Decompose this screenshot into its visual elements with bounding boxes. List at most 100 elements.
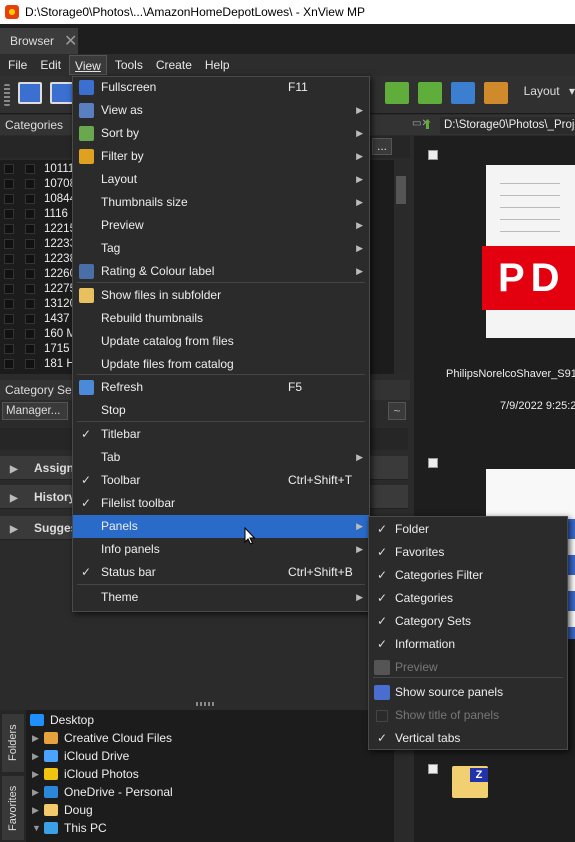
panels-menu-show-source-panels[interactable]: Show source panels (369, 681, 567, 704)
folder-tree-item[interactable]: ▶ OneDrive - Personal (32, 783, 173, 801)
image-viewer-icon[interactable] (18, 82, 42, 104)
view-menu-update-files-from-catalog[interactable]: Update files from catalog (73, 353, 369, 376)
category-checkbox[interactable] (25, 179, 35, 189)
category-checkbox[interactable] (25, 224, 35, 234)
view-menu-info-panels[interactable]: Info panels ▶ (73, 538, 369, 561)
splitter-grip-icon[interactable] (196, 702, 216, 706)
category-checkbox[interactable] (4, 194, 14, 204)
view-menu-tab[interactable]: Tab ▶ (73, 446, 369, 469)
folder-tree-item[interactable]: ▼ This PC (32, 819, 107, 837)
category-checkbox[interactable] (4, 179, 14, 189)
category-checkbox[interactable] (4, 329, 14, 339)
view-menu-show-files-in-subfolder[interactable]: Show files in subfolder (73, 284, 369, 307)
folder-tree-item[interactable]: ▶ iCloud Photos (32, 765, 139, 783)
expand-arrow-icon[interactable]: ▼ (32, 819, 44, 837)
category-checkbox[interactable] (25, 239, 35, 249)
panels-menu-categories-filter[interactable]: ✓ Categories Filter (369, 564, 567, 587)
expand-arrow-icon[interactable]: ▶ (32, 783, 44, 801)
category-checkbox[interactable] (4, 344, 14, 354)
up-arrow-icon[interactable]: ⬆ (422, 117, 434, 132)
tab-folders[interactable]: Folders (2, 714, 24, 772)
folder-tree-item[interactable]: ▶ Doug (32, 801, 93, 819)
view-menu-filelist-toolbar[interactable]: ✓ Filelist toolbar (73, 492, 369, 515)
category-checkbox[interactable] (4, 359, 14, 369)
tab-browser[interactable]: Browser ✕ (0, 28, 78, 54)
manager-button[interactable]: Manager... (2, 402, 68, 420)
category-checkbox[interactable] (25, 344, 35, 354)
category-checkbox[interactable] (4, 314, 14, 324)
view-menu-update-catalog-from-files[interactable]: Update catalog from files (73, 330, 369, 353)
filter-more-button[interactable]: ... (372, 138, 392, 155)
view-menu-tag[interactable]: Tag ▶ (73, 237, 369, 260)
folder-tree-item[interactable]: ▶ iCloud Drive (32, 747, 129, 765)
tilde-button[interactable]: ~ (388, 402, 406, 420)
panels-menu-vertical-tabs[interactable]: ✓ Vertical tabs (369, 727, 567, 750)
view-menu-view-as[interactable]: View as ▶ (73, 99, 369, 122)
view-menu-panels[interactable]: Panels ▶ (73, 515, 369, 538)
layout-button[interactable]: Layout ▾ (524, 84, 575, 98)
panels-menu-categories[interactable]: ✓ Categories (369, 587, 567, 610)
category-checkbox[interactable] (25, 314, 35, 324)
view-menu-sort-by[interactable]: Sort by ▶ (73, 122, 369, 145)
panels-menu-folder[interactable]: ✓ Folder (369, 518, 567, 541)
tab-favorites[interactable]: Favorites (2, 776, 24, 840)
category-checkbox[interactable] (25, 269, 35, 279)
panels-menu-favorites[interactable]: ✓ Favorites (369, 541, 567, 564)
category-checkbox[interactable] (4, 209, 14, 219)
category-checkbox[interactable] (25, 359, 35, 369)
folder-tree-item[interactable]: ▶ Creative Cloud Files (32, 729, 172, 747)
menu-edit[interactable]: Edit (35, 55, 66, 75)
copy-to-icon[interactable] (385, 82, 409, 104)
camera-icon[interactable] (451, 82, 475, 104)
category-checkbox[interactable] (4, 164, 14, 174)
category-checkbox[interactable] (4, 239, 14, 249)
category-checkbox[interactable] (25, 284, 35, 294)
folder-tree-item[interactable]: Desktop (30, 711, 94, 729)
category-checkbox[interactable] (4, 224, 14, 234)
category-checkbox[interactable] (4, 269, 14, 279)
categories-scrollbar[interactable] (394, 160, 408, 374)
category-checkbox[interactable] (25, 194, 35, 204)
category-checkbox[interactable] (25, 209, 35, 219)
view-menu-toolbar[interactable]: ✓ Toolbar Ctrl+Shift+T (73, 469, 369, 492)
panels-menu-category-sets[interactable]: ✓ Category Sets (369, 610, 567, 633)
menu-view[interactable]: View (69, 55, 107, 75)
wallpaper-icon[interactable] (484, 82, 508, 104)
browser-path[interactable]: D:\Storage0\Photos\_Proje (440, 117, 575, 134)
expand-arrow-icon[interactable]: ▶ (32, 801, 44, 819)
category-checkbox[interactable] (4, 254, 14, 264)
view-menu-thumbnails-size[interactable]: Thumbnails size ▶ (73, 191, 369, 214)
category-checkbox[interactable] (25, 329, 35, 339)
fullscreen-tool-icon[interactable] (50, 82, 74, 104)
view-menu-status-bar[interactable]: ✓ Status bar Ctrl+Shift+B (73, 561, 369, 584)
view-menu-stop[interactable]: Stop (73, 399, 369, 422)
thumbnail-checkbox[interactable] (428, 458, 438, 468)
view-menu-refresh[interactable]: Refresh F5 (73, 376, 369, 399)
category-checkbox[interactable] (25, 299, 35, 309)
view-menu-titlebar[interactable]: ✓ Titlebar (73, 423, 369, 446)
panels-menu-information[interactable]: ✓ Information (369, 633, 567, 656)
category-checkbox[interactable] (4, 299, 14, 309)
expand-arrow-icon[interactable]: ▶ (32, 765, 44, 783)
thumbnail-checkbox[interactable] (428, 150, 438, 160)
view-menu-theme[interactable]: Theme ▶ (73, 586, 369, 609)
category-checkbox[interactable] (4, 284, 14, 294)
view-menu-filter-by[interactable]: Filter by ▶ (73, 145, 369, 168)
image-thumbnail[interactable] (486, 469, 575, 519)
scrollbar-thumb[interactable] (396, 176, 406, 204)
menu-file[interactable]: File (3, 55, 32, 75)
category-checkbox[interactable] (25, 254, 35, 264)
view-menu-rating-colour-label[interactable]: Rating & Colour label ▶ (73, 260, 369, 283)
view-menu-fullscreen[interactable]: Fullscreen F11 (73, 76, 369, 99)
view-menu-layout[interactable]: Layout ▶ (73, 168, 369, 191)
view-menu-rebuild-thumbnails[interactable]: Rebuild thumbnails (73, 307, 369, 330)
move-to-icon[interactable] (418, 82, 442, 104)
menu-create[interactable]: Create (151, 55, 197, 75)
expand-arrow-icon[interactable]: ▶ (32, 747, 44, 765)
thumbnail-checkbox[interactable] (428, 764, 438, 774)
menu-tools[interactable]: Tools (110, 55, 148, 75)
category-checkbox[interactable] (25, 164, 35, 174)
close-icon[interactable]: ✕ (64, 31, 77, 51)
expand-arrow-icon[interactable]: ▶ (32, 729, 44, 747)
view-menu-preview[interactable]: Preview ▶ (73, 214, 369, 237)
